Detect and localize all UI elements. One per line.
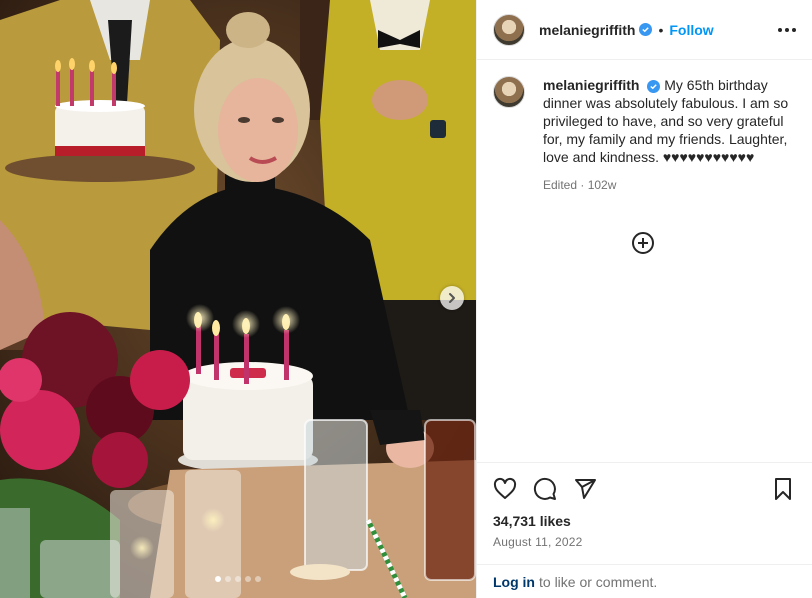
verified-badge-icon	[639, 23, 653, 36]
heart-icon[interactable]	[493, 477, 519, 503]
avatar[interactable]	[493, 13, 525, 46]
post-actions-section: 34,731 likes August 11, 2022	[477, 462, 812, 549]
share-icon[interactable]	[573, 477, 599, 503]
chevron-right-icon	[449, 293, 455, 303]
more-options-icon[interactable]	[778, 27, 796, 32]
birthday-photo-image	[0, 0, 476, 598]
comment-icon[interactable]	[533, 477, 559, 503]
edited-timestamp: Edited · 102w	[543, 178, 617, 192]
carousel-next-button[interactable]	[440, 286, 464, 310]
carousel-dot	[215, 576, 221, 582]
carousel-dot	[235, 576, 241, 582]
action-bar	[477, 463, 812, 503]
carousel-dot	[245, 576, 251, 582]
carousel-indicator	[0, 576, 476, 582]
caption-text: melaniegriffith My 65th birthday dinner …	[543, 76, 795, 166]
login-link[interactable]: Log in	[493, 574, 535, 590]
caption-username-link[interactable]: melaniegriffith	[543, 77, 639, 93]
verified-badge-icon	[647, 80, 661, 93]
post-side-panel: melaniegriffith • Follow melaniegriffith…	[476, 0, 812, 598]
avatar[interactable]	[493, 76, 525, 108]
carousel-dot	[255, 576, 261, 582]
login-prompt-text: to like or comment.	[539, 573, 658, 590]
add-comment-icon[interactable]	[631, 231, 655, 255]
login-prompt: Log in to like or comment.	[477, 564, 812, 598]
post-header: melaniegriffith • Follow	[477, 0, 812, 60]
caption: melaniegriffith My 65th birthday dinner …	[477, 60, 812, 192]
likes-count[interactable]: 34,731 likes	[477, 503, 812, 529]
follow-button[interactable]: Follow	[669, 22, 713, 38]
carousel-dot	[225, 576, 231, 582]
bookmark-icon[interactable]	[771, 477, 797, 503]
separator: •	[658, 21, 664, 38]
username-link[interactable]: melaniegriffith	[539, 22, 635, 38]
post-date[interactable]: August 11, 2022	[477, 529, 812, 549]
post-photo[interactable]	[0, 0, 476, 598]
